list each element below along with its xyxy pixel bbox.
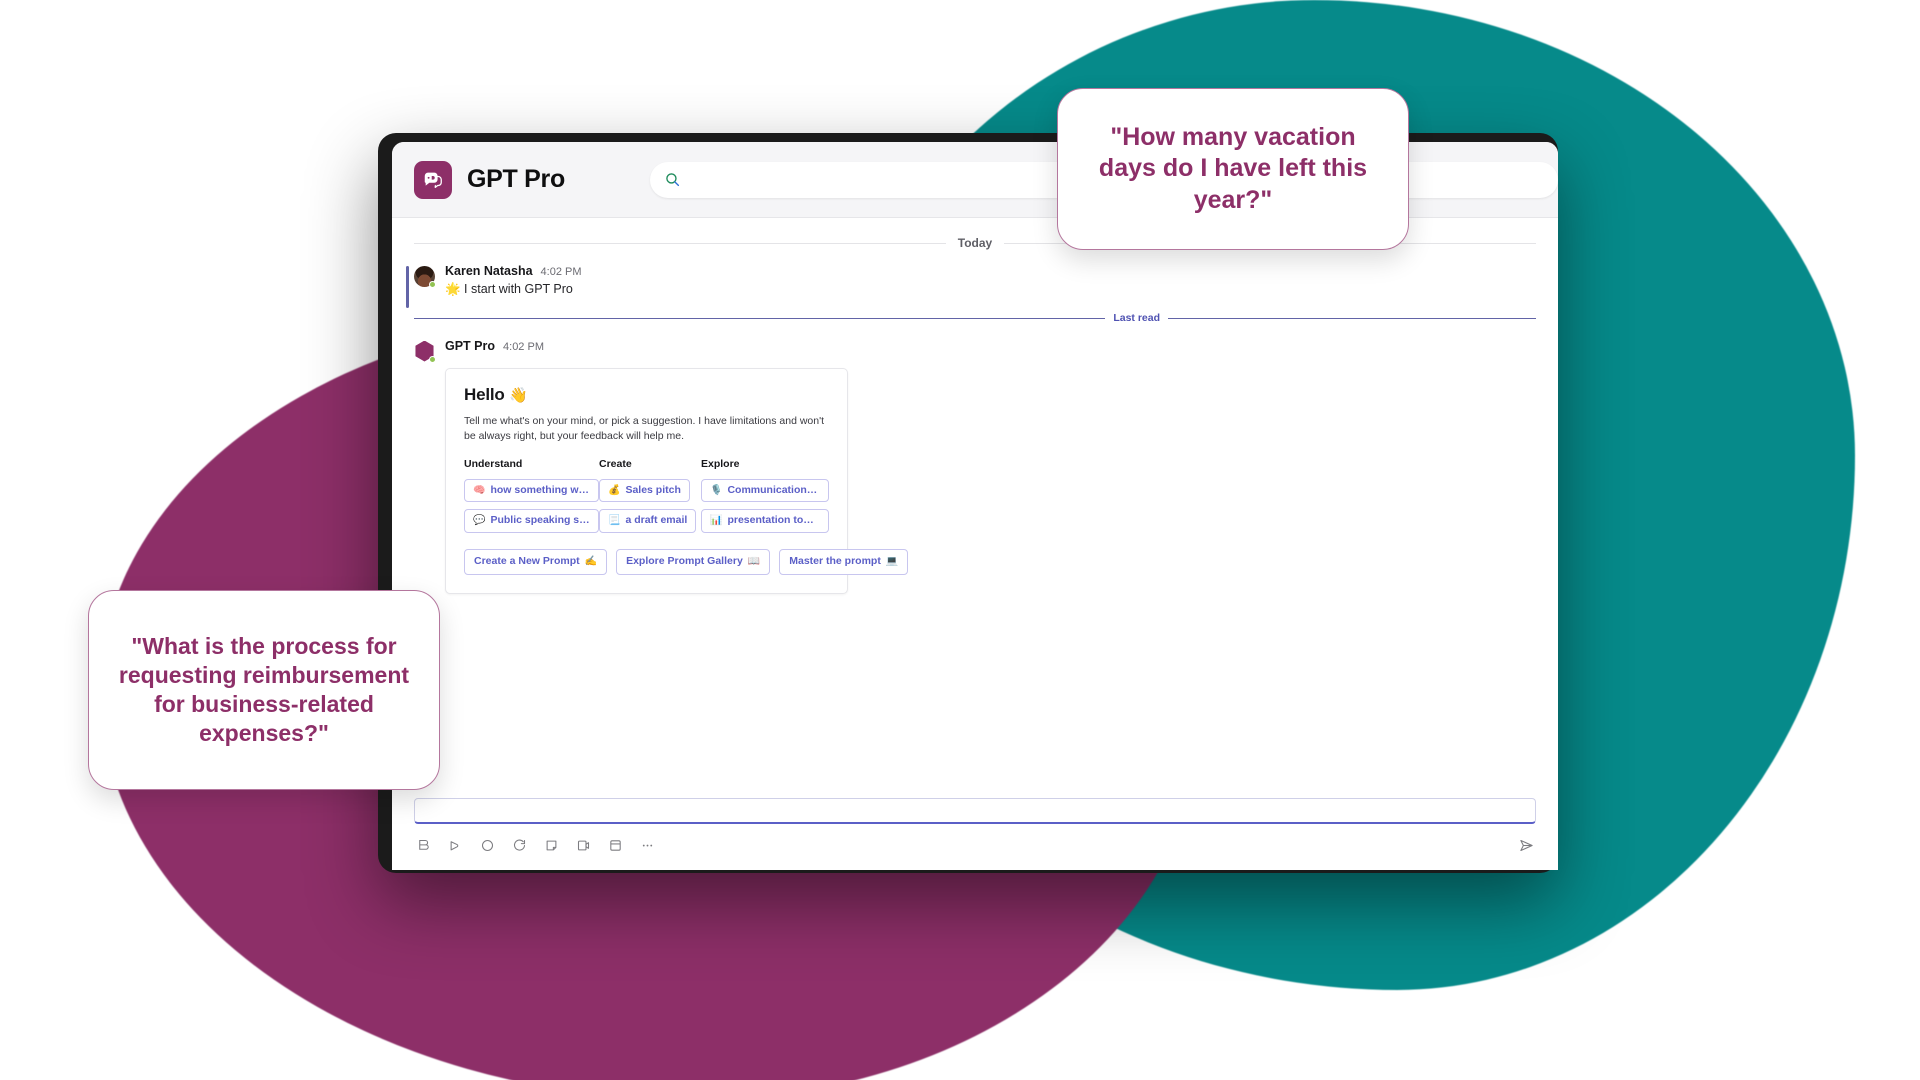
microphone-icon: 🎙️ xyxy=(710,484,723,496)
message-list: Today Karen Natasha 4:02 PM 🌟 I start wi… xyxy=(392,218,1558,798)
message-timestamp: 4:02 PM xyxy=(540,266,582,278)
laptop-icon: 💻 xyxy=(885,555,899,567)
message-composer xyxy=(392,798,1558,870)
day-divider-label: Today xyxy=(945,236,1005,250)
giphy-icon[interactable] xyxy=(512,838,527,853)
suggestion-chip[interactable]: 🧠 how something works xyxy=(464,478,599,503)
message-input[interactable] xyxy=(414,798,1536,824)
column-heading: Explore xyxy=(701,457,740,470)
bar-chart-icon: 📊 xyxy=(710,515,723,527)
waving-hand-icon: 👋 xyxy=(509,386,528,404)
suggestion-chip[interactable]: 🎙️ Communication tips xyxy=(701,478,829,503)
send-icon[interactable] xyxy=(1519,838,1534,853)
user-avatar xyxy=(414,266,436,288)
callout-text: "What is the process for requesting reim… xyxy=(118,633,410,746)
message-item-bot[interactable]: GPT Pro 4:02 PM xyxy=(392,333,1558,364)
presence-indicator xyxy=(429,281,436,288)
bot-avatar xyxy=(414,340,436,363)
card-subtitle: Tell me what's on your mind, or pick a s… xyxy=(464,414,825,442)
card-actions: Create a New Prompt ✍️ Explore Prompt Ga… xyxy=(464,549,909,575)
create-new-prompt-button[interactable]: Create a New Prompt ✍️ xyxy=(464,549,608,575)
chip-label: how something works xyxy=(490,484,590,496)
suggestion-column-create: Create 💰 Sales pitch 📃 a draft email xyxy=(599,457,701,534)
callout-bubble-reimbursement: "What is the process for requesting reim… xyxy=(88,590,440,790)
chip-label: Communication tips xyxy=(727,484,820,496)
column-heading: Create xyxy=(599,457,632,470)
action-label: Master the prompt xyxy=(789,556,881,568)
composer-toolbar xyxy=(414,830,1536,860)
message-timestamp: 4:02 PM xyxy=(503,340,544,353)
money-bag-icon: 💰 xyxy=(608,484,621,496)
message-header: Karen Natasha 4:02 PM xyxy=(445,264,1536,278)
suggestion-column-explore: Explore 🎙️ Communication tips 📊 presenta… xyxy=(701,457,829,534)
last-read-label: Last read xyxy=(1105,311,1168,324)
chip-label: a draft email xyxy=(625,515,688,527)
attach-icon[interactable] xyxy=(448,838,463,853)
chip-label: presentation topic i… xyxy=(727,515,820,527)
last-read-divider: Last read xyxy=(392,307,1558,329)
card-title: Hello 👋 xyxy=(464,385,829,405)
last-read-line xyxy=(414,317,1536,319)
message-author: Karen Natasha xyxy=(445,264,533,278)
message-body: GPT Pro 4:02 PM xyxy=(445,339,1536,362)
message-text: 🌟 I start with GPT Pro xyxy=(445,282,573,296)
action-label: Explore Prompt Gallery xyxy=(626,556,743,568)
message-header: GPT Pro 4:02 PM xyxy=(445,339,1536,353)
speech-balloon-icon: 💬 xyxy=(473,515,486,527)
explore-prompt-gallery-button[interactable]: Explore Prompt Gallery 📖 xyxy=(616,549,771,575)
callout-bubble-vacation: "How many vacation days do I have left t… xyxy=(1057,88,1409,250)
page-icon: 📃 xyxy=(608,515,621,527)
suggestion-chip[interactable]: 💬 Public speaking skills xyxy=(464,509,599,534)
page-title: GPT Pro xyxy=(467,165,565,193)
more-options-icon[interactable] xyxy=(640,838,655,853)
chat-bubble-logo-icon xyxy=(414,160,452,199)
message-item-user[interactable]: Karen Natasha 4:02 PM 🌟 I start with GPT… xyxy=(392,258,1558,308)
column-heading: Understand xyxy=(464,457,523,470)
emoji-icon[interactable] xyxy=(480,838,495,853)
card-title-text: Hello xyxy=(464,384,505,404)
meeting-icon[interactable] xyxy=(576,838,591,853)
book-icon: 📖 xyxy=(747,555,761,567)
apps-icon[interactable] xyxy=(608,838,623,853)
chip-label: Public speaking skills xyxy=(490,515,590,527)
suggestion-column-understand: Understand 🧠 how something works 💬 Publi… xyxy=(464,457,599,534)
suggestion-chip[interactable]: 📊 presentation topic i… xyxy=(701,509,829,534)
writing-hand-icon: ✍️ xyxy=(584,555,598,567)
brain-icon: 🧠 xyxy=(473,484,486,496)
chip-label: Sales pitch xyxy=(625,484,681,496)
sticker-icon[interactable] xyxy=(544,838,559,853)
action-label: Create a New Prompt xyxy=(474,556,580,568)
suggestion-columns: Understand 🧠 how something works 💬 Publi… xyxy=(464,457,829,534)
master-the-prompt-button[interactable]: Master the prompt 💻 xyxy=(779,549,909,575)
suggestion-chip[interactable]: 📃 a draft email xyxy=(599,509,697,534)
presence-indicator xyxy=(429,355,436,363)
suggestion-chip[interactable]: 💰 Sales pitch xyxy=(599,478,690,503)
callout-text: "How many vacation days do I have left t… xyxy=(1098,122,1368,214)
app-window: GPT Pro Today Karen Natasha 4:02 PM 🌟 I … xyxy=(392,142,1558,870)
search-icon xyxy=(664,171,681,188)
welcome-card: Hello 👋 Tell me what's on your mind, or … xyxy=(445,367,909,594)
format-icon[interactable] xyxy=(416,838,431,853)
message-body: Karen Natasha 4:02 PM 🌟 I start with GPT… xyxy=(445,264,1536,299)
screenshot-canvas: GPT Pro Today Karen Natasha 4:02 PM 🌟 I … xyxy=(0,0,1920,1080)
message-author: GPT Pro xyxy=(445,338,496,353)
